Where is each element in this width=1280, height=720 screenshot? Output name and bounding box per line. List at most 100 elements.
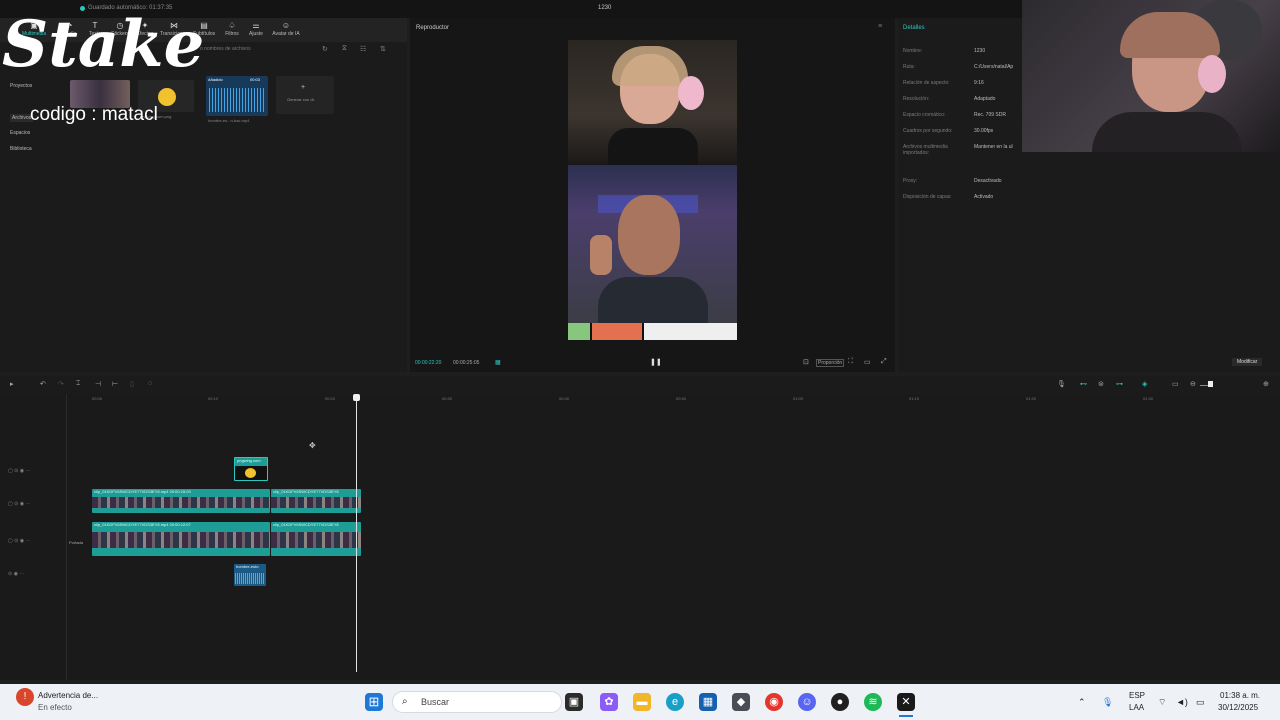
track-lock-icon[interactable]: ⊙ ◉ ⋯ — [8, 571, 24, 577]
generate-ai-card[interactable]: + Generar con IA — [276, 76, 334, 114]
promo-code: codigo : matacl — [30, 104, 158, 125]
undo-icon[interactable]: ↶ — [40, 380, 46, 388]
main-clip[interactable]: clip_01KDFV6SWCDYE77VDS3EY8.mp4 00:00:12… — [92, 522, 270, 556]
detail-value-aspect: 9:16 — [974, 80, 984, 86]
clock-date[interactable]: 30/12/2025 — [1218, 703, 1258, 712]
view-icon[interactable]: ☷ — [360, 45, 366, 53]
sidebar-item-library[interactable]: Biblioteca — [10, 146, 32, 152]
preview-canvas[interactable] — [568, 40, 737, 340]
battery-icon[interactable]: ▭ — [1196, 697, 1205, 708]
app-icon[interactable]: ◆ — [732, 693, 750, 711]
crop-icon[interactable]: ⊡ — [803, 358, 809, 366]
detail-label-colorspace: Espacio cromático: — [903, 112, 946, 118]
clip-filmstrip — [92, 497, 270, 508]
guest-video-bottom — [568, 165, 737, 323]
windows-start-icon[interactable]: ⊞ — [365, 693, 383, 711]
sticker-clip[interactable]: pngwing.com — [234, 457, 268, 481]
toolbar-adjust[interactable]: ⚌ Ajuste — [244, 20, 268, 40]
color-bar-green — [568, 323, 590, 340]
pause-button[interactable]: ❚❚ — [650, 358, 662, 366]
sidebar-item-spaces[interactable]: Espacios — [10, 130, 30, 136]
language-bottom[interactable]: LAA — [1129, 703, 1144, 712]
playhead[interactable] — [356, 394, 357, 672]
warning-icon[interactable]: ! — [16, 688, 34, 706]
cover-button[interactable]: Portada — [69, 540, 83, 545]
edge-icon[interactable]: e — [666, 693, 684, 711]
clip-label: clip_01KDFV6SWCDYE77VDS3EY8 — [273, 489, 339, 494]
track-lock-icon[interactable]: ▢ ⊙ ◉ ⋯ — [8, 501, 30, 507]
fullscreen-icon[interactable]: ⤢ — [881, 358, 887, 366]
mic-icon[interactable]: 🎙 — [1057, 380, 1066, 388]
split-right-icon[interactable]: ⊢ — [112, 380, 118, 388]
delete-icon[interactable]: ▯ — [130, 380, 134, 388]
playhead-handle[interactable] — [353, 394, 360, 401]
capcut-icon[interactable]: ✕ — [897, 693, 915, 711]
file-explorer-icon[interactable]: ▬ — [633, 693, 651, 711]
detail-value-path: C:/Users/natal/Ap — [974, 64, 1014, 70]
active-app-indicator — [899, 715, 913, 717]
detail-value-colorspace: Rec. 709 SDR — [974, 112, 1006, 118]
toolbar-filters[interactable]: ♤ Filtros — [220, 20, 244, 40]
webcam-body — [1092, 112, 1242, 152]
added-badge: Añadido — [208, 77, 223, 82]
tray-mic-icon[interactable]: 🎙 — [1102, 697, 1113, 708]
filter-icon[interactable]: ⧖ — [342, 45, 347, 53]
detail-value-name: 1230 — [974, 48, 986, 54]
split-left-icon[interactable]: ⊣ — [95, 380, 101, 388]
split-icon[interactable]: ⌶ — [76, 380, 80, 388]
shield-icon[interactable]: ◌ — [148, 380, 152, 387]
snap-icon[interactable]: ⊶ — [1116, 380, 1123, 388]
zoom-out-icon[interactable]: ⊖ — [1190, 380, 1196, 388]
copilot-icon[interactable]: ✿ — [600, 693, 618, 711]
media-search-input[interactable]: o nombres de archivos — [200, 46, 330, 55]
ruler-tick: 01:20 — [1026, 396, 1037, 401]
track-lock-icon[interactable]: ▢ ⊙ ◉ ⋯ — [8, 468, 30, 474]
taskbar-search[interactable]: ⌕ Buscar — [392, 691, 562, 713]
cursor-icon: ✥ — [309, 441, 316, 450]
refresh-icon[interactable]: ↻ — [322, 45, 328, 53]
zoom-slider-thumb[interactable] — [1208, 381, 1213, 387]
modify-button[interactable]: Modificar — [1232, 358, 1263, 366]
recording-app-icon[interactable]: ● — [831, 693, 849, 711]
timeline-toolbar: ▸ ↶ ↷ ⌶ ⊣ ⊢ ▯ ◌ 🎙 ⊷ ⊜ ⊶ ◈ ▭ ⊖ ⊕ — [0, 376, 1280, 394]
ratio-button[interactable]: Proporción — [816, 359, 845, 367]
caption-icon[interactable]: ▭ — [1172, 380, 1179, 388]
ruler-tick: 00:20 — [325, 396, 336, 401]
link-icon[interactable]: ⊷ — [1080, 380, 1087, 388]
task-view-icon[interactable]: ▣ — [565, 693, 583, 711]
audio-clip[interactable]: hombre-esto — [234, 564, 266, 586]
detail-label-name: Nombre: — [903, 48, 923, 54]
media-card-audio[interactable]: Añadido 00:03 — [206, 76, 268, 116]
timecode-icon[interactable]: ▦ — [495, 359, 501, 366]
fit-icon[interactable]: ⛶ — [848, 358, 853, 366]
magnet-icon[interactable]: ⊜ — [1098, 380, 1104, 388]
toolbar-ai-avatar[interactable]: ☺ Avatar de IA — [270, 20, 302, 40]
search-placeholder: Buscar — [421, 697, 450, 707]
discord-icon[interactable]: ☺ — [798, 693, 816, 711]
chrome-icon[interactable]: ◉ — [765, 693, 783, 711]
notification-title[interactable]: Advertencia de... — [38, 691, 98, 700]
ruler-tick: 00:40 — [559, 396, 570, 401]
main-clip[interactable]: clip_01KDFV6SWCDYE77VDS3EY8 — [271, 522, 361, 556]
preview-axis-icon[interactable]: ◈ — [1142, 380, 1147, 388]
tray-chevron-icon[interactable]: ⌃ — [1078, 697, 1086, 708]
video-clip[interactable]: clip_01KDFV6SWCDYE77VDS3EY8 — [271, 489, 361, 513]
redo-icon[interactable]: ↷ — [58, 380, 64, 388]
select-tool-icon[interactable]: ▸ — [10, 380, 14, 388]
webcam-headphone-icon — [1198, 55, 1226, 93]
sort-icon[interactable]: ⇅ — [380, 45, 386, 53]
track-header-divider — [66, 394, 67, 680]
timeline-settings-icon[interactable]: ⊕ — [1263, 380, 1269, 388]
clip-label: clip_01KDFV6SWCDYE77VDS3EY8.mp4 00:00:12… — [94, 522, 191, 527]
volume-icon[interactable]: ◄) — [1176, 697, 1188, 707]
clock-time[interactable]: 01:38 a. m. — [1220, 691, 1260, 700]
wifi-icon[interactable]: ⌔ — [1158, 697, 1166, 708]
menu-icon[interactable]: ≡ — [878, 23, 882, 30]
quality-icon[interactable]: ▭ — [864, 358, 871, 366]
store-icon[interactable]: ▦ — [699, 693, 717, 711]
video-clip[interactable]: clip_01KDFV6SWCDYE77VDS3EY8.mp4 00:00:15… — [92, 489, 270, 513]
detail-label-fps: Cuadros por segundo: — [903, 128, 953, 134]
spotify-icon[interactable]: ≋ — [864, 693, 882, 711]
track-lock-icon[interactable]: ▢ ⊙ ◉ ⋯ — [8, 538, 30, 544]
language-top[interactable]: ESP — [1129, 691, 1145, 700]
